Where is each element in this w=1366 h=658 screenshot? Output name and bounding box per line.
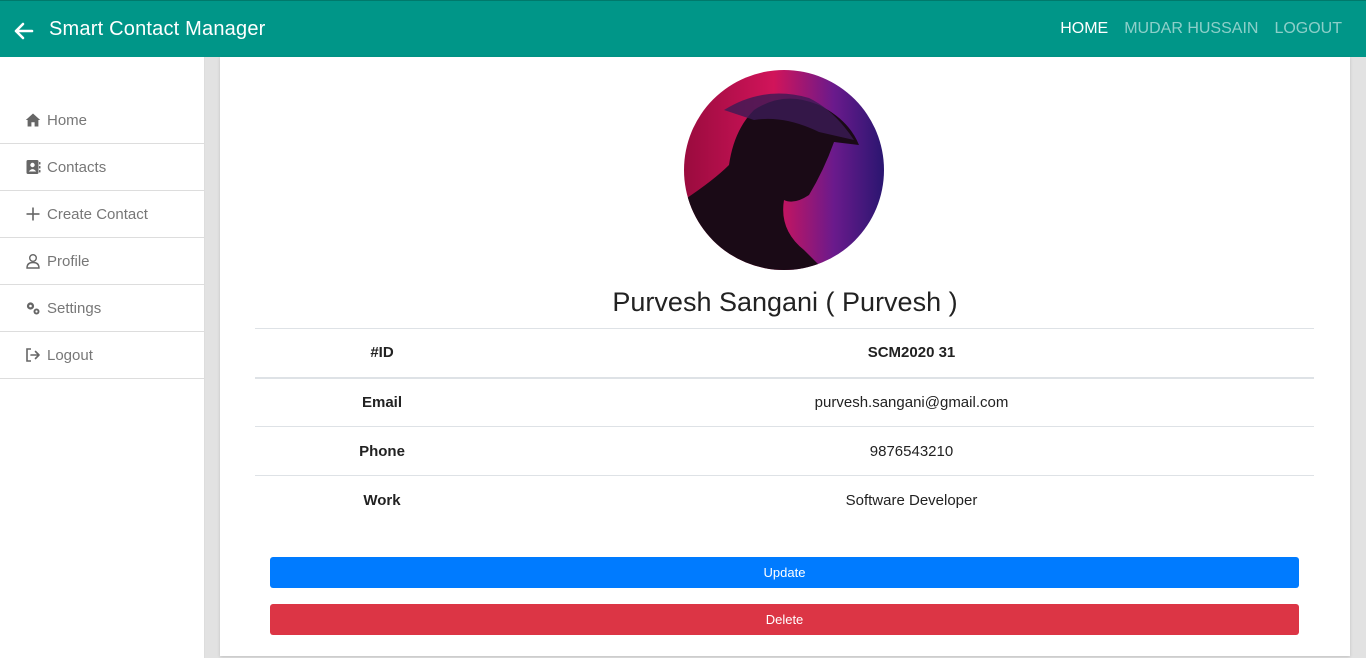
sidebar-item-profile[interactable]: Profile — [0, 238, 204, 285]
email-label: Email — [255, 377, 509, 427]
work-value: Software Developer — [509, 475, 1314, 525]
update-button[interactable]: Update — [270, 557, 1299, 588]
work-label: Work — [255, 475, 509, 525]
delete-button[interactable]: Delete — [270, 604, 1299, 635]
nav-user-link[interactable]: MUDAR HUSSAIN — [1124, 20, 1258, 38]
table-row: Email purvesh.sangani@gmail.com — [255, 377, 1314, 427]
contact-avatar — [684, 70, 884, 270]
table-row: Phone 9876543210 — [255, 426, 1314, 476]
contact-name: Purvesh Sangani ( Purvesh ) — [612, 287, 958, 317]
phone-label: Phone — [255, 426, 509, 476]
id-value: SCM2020 31 — [509, 328, 1314, 379]
contact-details-table: #ID SCM2020 31 Email purvesh.sangani@gma… — [255, 328, 1314, 525]
gears-icon — [26, 302, 40, 315]
back-arrow-icon[interactable] — [14, 21, 34, 41]
sidebar-item-label: Logout — [47, 346, 93, 364]
sidebar-item-contacts[interactable]: Contacts — [0, 144, 204, 191]
app-brand[interactable]: Smart Contact Manager — [49, 18, 266, 41]
sign-out-icon — [26, 348, 40, 362]
table-header-row: #ID SCM2020 31 — [255, 328, 1314, 379]
nav-logout-link[interactable]: LOGOUT — [1274, 20, 1342, 38]
sidebar-item-logout[interactable]: Logout — [0, 332, 204, 379]
home-icon — [25, 113, 41, 127]
nav-home-link[interactable]: HOME — [1060, 20, 1108, 38]
contact-detail-card: Purvesh Sangani ( Purvesh ) #ID SCM2020 … — [220, 57, 1350, 656]
sidebar-item-label: Profile — [47, 252, 90, 270]
sidebar-item-create-contact[interactable]: Create Contact — [0, 191, 204, 238]
sidebar-item-home[interactable]: Home — [0, 97, 204, 144]
sidebar-item-label: Settings — [47, 299, 102, 317]
sidebar-item-label: Create Contact — [47, 205, 148, 223]
nav-links: HOME MUDAR HUSSAIN LOGOUT — [1060, 20, 1342, 38]
top-navbar: Smart Contact Manager HOME MUDAR HUSSAIN… — [0, 0, 1366, 57]
email-value: purvesh.sangani@gmail.com — [509, 377, 1314, 427]
table-row: Work Software Developer — [255, 475, 1314, 525]
sidebar-item-label: Home — [47, 111, 88, 129]
address-book-icon — [26, 160, 41, 174]
sidebar-item-settings[interactable]: Settings — [0, 285, 204, 332]
sidebar-item-label: Contacts — [47, 158, 107, 176]
phone-value: 9876543210 — [509, 426, 1314, 476]
id-label: #ID — [255, 328, 509, 379]
sidebar: Home Contacts Create Contact Profile Set… — [0, 57, 205, 658]
user-icon — [26, 254, 40, 269]
plus-icon — [26, 207, 40, 221]
